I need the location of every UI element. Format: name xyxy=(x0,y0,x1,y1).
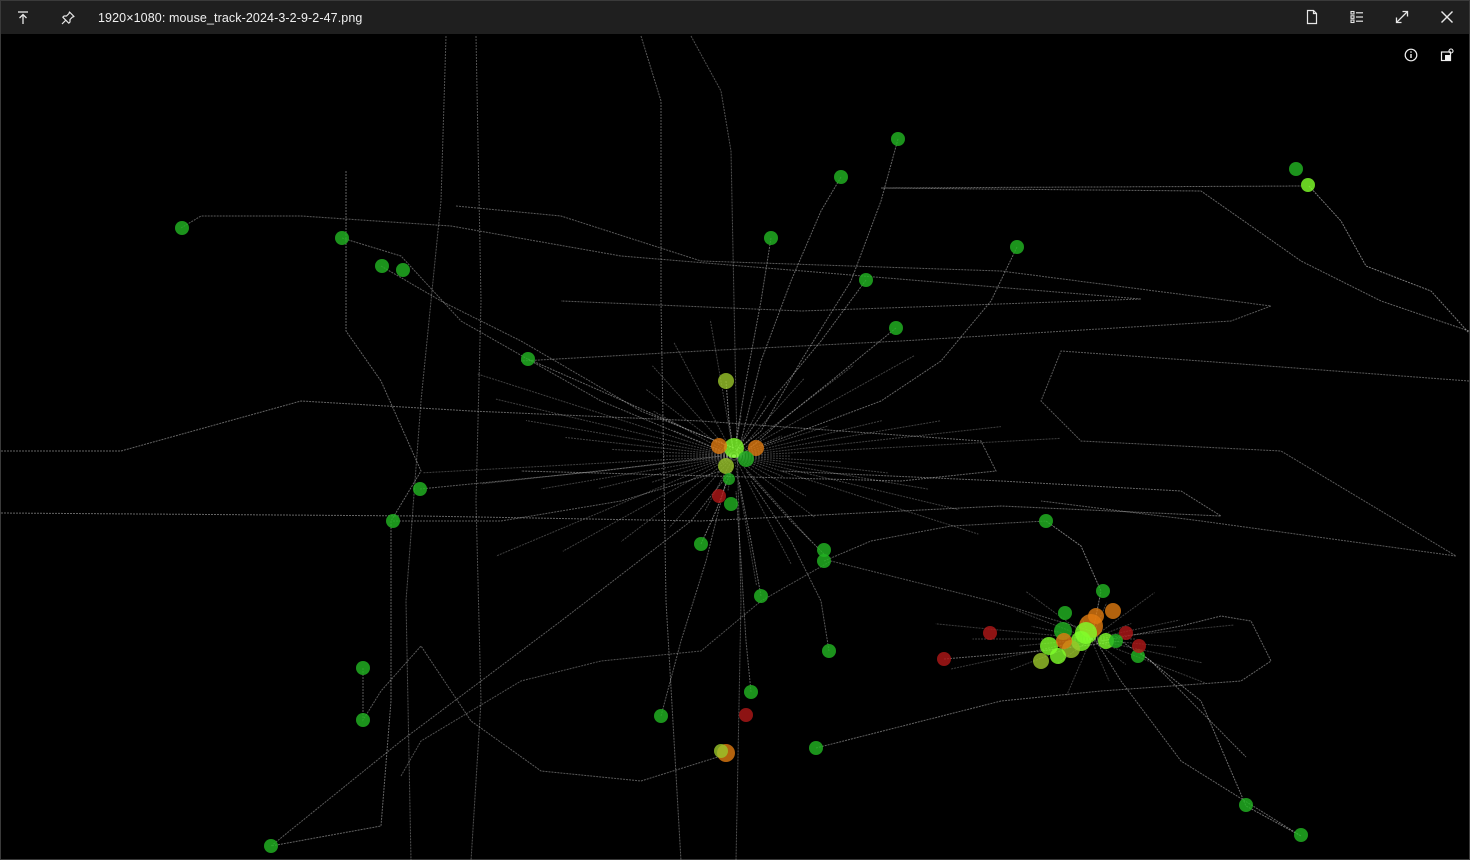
click-marker xyxy=(891,132,905,146)
track-line xyxy=(750,480,830,652)
track-line xyxy=(598,455,735,489)
click-marker xyxy=(859,273,873,287)
click-marker xyxy=(1294,828,1308,842)
track-line xyxy=(815,615,1272,749)
window-settings-icon[interactable] xyxy=(1435,43,1459,67)
click-marker xyxy=(264,839,278,853)
click-marker xyxy=(1088,608,1104,624)
click-marker xyxy=(724,497,738,511)
track-line xyxy=(380,265,735,449)
click-marker xyxy=(937,652,951,666)
click-marker xyxy=(1075,622,1097,644)
track-line xyxy=(527,358,735,449)
track-line xyxy=(735,279,867,452)
track-line xyxy=(1137,650,1302,837)
track-line xyxy=(180,215,1142,312)
click-marker xyxy=(654,709,668,723)
click-marker xyxy=(983,626,997,640)
click-marker xyxy=(1050,648,1066,664)
track-line xyxy=(738,480,762,597)
track-line xyxy=(495,398,735,457)
track-line xyxy=(880,185,1469,332)
click-marker xyxy=(718,458,734,474)
click-marker xyxy=(834,170,848,184)
click-marker xyxy=(809,741,823,755)
mouse-track-image xyxy=(1,35,1469,860)
click-marker xyxy=(754,589,768,603)
click-marker xyxy=(739,708,753,722)
click-marker xyxy=(413,482,427,496)
move-to-top-icon[interactable] xyxy=(11,6,35,30)
track-line xyxy=(525,420,735,457)
track-line xyxy=(735,490,752,693)
track-line xyxy=(423,455,735,474)
click-marker xyxy=(744,685,758,699)
click-marker xyxy=(714,744,728,758)
click-marker xyxy=(335,231,349,245)
track-line xyxy=(470,35,482,860)
track-line xyxy=(735,138,899,452)
track-line xyxy=(565,436,735,457)
click-marker xyxy=(723,473,735,485)
click-marker xyxy=(817,554,831,568)
track-line xyxy=(943,640,1247,758)
track-line xyxy=(733,455,758,587)
click-marker xyxy=(1105,603,1121,619)
track-line xyxy=(393,470,722,522)
track-line xyxy=(1,470,1223,522)
expand-icon[interactable] xyxy=(1390,5,1414,29)
track-line xyxy=(823,520,1047,562)
click-marker xyxy=(1010,240,1024,254)
document-icon[interactable] xyxy=(1300,5,1324,29)
click-marker xyxy=(1289,162,1303,176)
track-line xyxy=(733,455,888,474)
click-marker xyxy=(711,438,727,454)
track-line xyxy=(400,560,1092,777)
track-line xyxy=(1040,350,1469,557)
window-title: 1920×1080: mouse_track-2024-3-2-9-2-47.p… xyxy=(98,10,363,25)
close-icon[interactable] xyxy=(1435,5,1459,29)
track-line xyxy=(660,480,727,717)
click-marker xyxy=(718,373,734,389)
list-icon[interactable] xyxy=(1345,5,1369,29)
track-line xyxy=(405,35,447,860)
track-line xyxy=(270,470,732,847)
click-marker xyxy=(1239,798,1253,812)
click-marker xyxy=(356,661,370,675)
image-viewer-window: 1920×1080: mouse_track-2024-3-2-9-2-47.p… xyxy=(0,0,1470,860)
track-line xyxy=(733,455,979,535)
info-icon[interactable] xyxy=(1399,43,1423,67)
title-bar: 1920×1080: mouse_track-2024-3-2-9-2-47.p… xyxy=(1,1,1469,34)
click-marker xyxy=(521,352,535,366)
click-marker xyxy=(1096,584,1110,598)
track-line xyxy=(1095,640,1302,837)
click-marker xyxy=(712,489,726,503)
click-marker xyxy=(822,644,836,658)
click-marker xyxy=(1033,653,1049,669)
click-marker xyxy=(1109,634,1123,648)
track-line xyxy=(735,237,772,442)
click-marker xyxy=(1058,606,1072,620)
click-marker xyxy=(175,221,189,235)
click-marker xyxy=(889,321,903,335)
click-marker xyxy=(738,451,754,467)
click-marker xyxy=(375,259,389,273)
click-marker xyxy=(1056,633,1072,649)
click-marker xyxy=(386,514,400,528)
pin-icon[interactable] xyxy=(56,6,80,30)
track-line xyxy=(1308,185,1469,334)
click-marker xyxy=(356,713,370,727)
click-marker xyxy=(764,231,778,245)
track-line xyxy=(733,455,959,511)
track-line xyxy=(477,373,735,457)
click-marker xyxy=(1039,514,1053,528)
click-marker xyxy=(1301,178,1315,192)
click-marker xyxy=(694,537,708,551)
click-marker xyxy=(396,263,410,277)
click-marker xyxy=(1132,639,1146,653)
